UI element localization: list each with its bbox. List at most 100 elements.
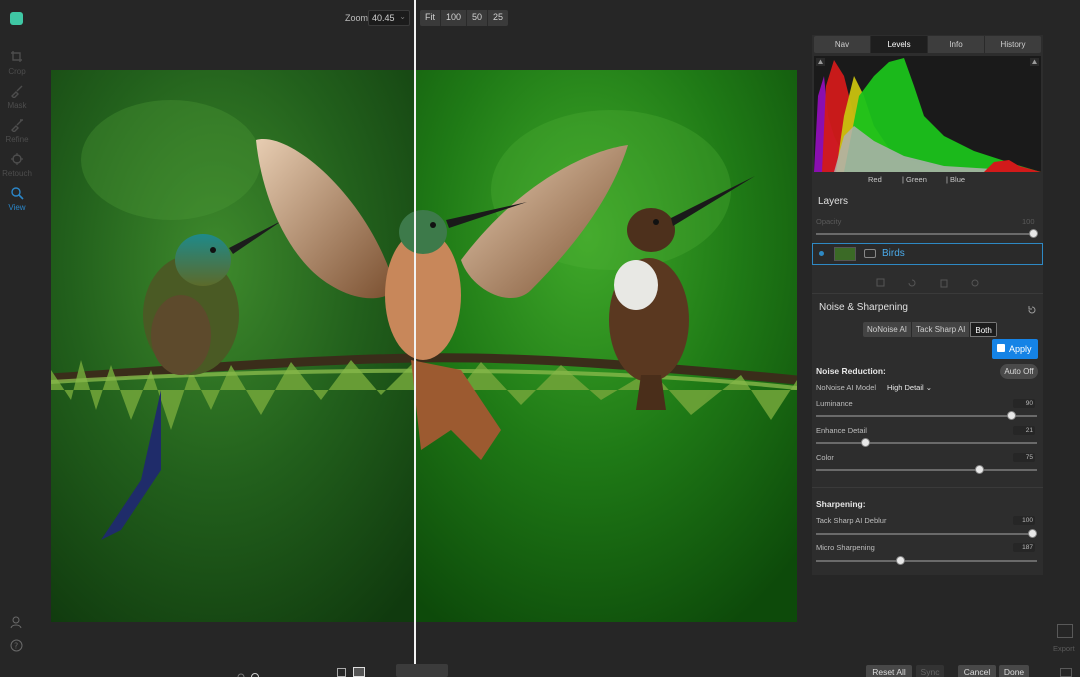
opacity-value: 100: [1022, 217, 1035, 226]
enhance-detail-label: Enhance Detail: [816, 426, 867, 435]
model-label: NoNoise AI Model: [816, 383, 877, 392]
retouch-icon: [0, 152, 34, 168]
layer-name[interactable]: Birds: [882, 248, 905, 259]
mask-tool[interactable]: Mask: [0, 84, 34, 110]
model-select[interactable]: High Detail ⌄: [887, 383, 932, 392]
layer-thumbnail: [834, 247, 856, 261]
color-label: Color: [816, 453, 834, 462]
mode-nonoise-button[interactable]: NoNoise AI: [863, 322, 913, 337]
apply-button[interactable]: Apply: [992, 339, 1038, 359]
deblur-value[interactable]: 100: [1013, 516, 1035, 525]
deblur-slider-track[interactable]: [816, 533, 1037, 535]
enhance-detail-slider-track[interactable]: [816, 442, 1037, 444]
mask-tool-label: Mask: [7, 101, 27, 110]
color-slider-knob[interactable]: [975, 465, 984, 474]
zoom-50-button[interactable]: 50: [467, 10, 489, 26]
panel-divider: [812, 293, 1043, 294]
auto-off-button[interactable]: Auto Off: [1000, 364, 1038, 379]
luminance-value[interactable]: 90: [1013, 399, 1035, 408]
micro-sharpening-slider-knob[interactable]: [896, 556, 905, 565]
luminance-slider-knob[interactable]: [1007, 411, 1016, 420]
panel-divider: [812, 487, 1043, 488]
panel-tabs: Nav Levels Info History: [814, 36, 1041, 53]
crop-tool-label: Crop: [8, 67, 26, 76]
svg-text:?: ?: [14, 642, 18, 651]
zoom-presets: Fit 100 50 25: [420, 10, 509, 26]
zoom-fit-button[interactable]: Fit: [420, 10, 441, 26]
layer-visibility-icon[interactable]: [819, 251, 824, 256]
crop-tool[interactable]: Crop: [0, 50, 34, 76]
photo-canvas[interactable]: [51, 70, 797, 622]
chevron-down-icon: ⌄: [399, 12, 406, 21]
reset-icon[interactable]: [1027, 302, 1037, 320]
opacity-label: Opacity: [816, 217, 842, 226]
tab-nav[interactable]: Nav: [814, 36, 871, 53]
refine-tool[interactable]: Refine: [0, 118, 34, 144]
enhance-detail-slider-knob[interactable]: [861, 438, 870, 447]
zoom-100-button[interactable]: 100: [441, 10, 468, 26]
model-value: High Detail: [887, 383, 924, 392]
sync-button[interactable]: Sync: [916, 665, 944, 677]
unlock-icon: [997, 344, 1005, 352]
opacity-slider-track[interactable]: [816, 233, 1032, 235]
panel-toggle-icon[interactable]: [1060, 668, 1072, 677]
refine-tool-label: Refine: [5, 135, 29, 144]
delete-layer-icon[interactable]: [939, 275, 949, 293]
zoom-value: 40.45: [372, 13, 395, 23]
mask-brush-icon: [0, 84, 34, 100]
zoom-input[interactable]: 40.45 ⌄: [368, 10, 410, 26]
histogram-label-green: | Green: [902, 175, 927, 184]
view-tool[interactable]: View: [0, 186, 34, 212]
micro-sharpening-slider-track[interactable]: [816, 560, 1037, 562]
retouch-tool-label: Retouch: [2, 169, 32, 178]
tab-history[interactable]: History: [985, 36, 1041, 53]
split-view-icon[interactable]: [353, 667, 365, 677]
histogram-label-red: Red: [868, 175, 882, 184]
micro-sharpening-label: Micro Sharpening: [816, 543, 875, 552]
single-view-icon[interactable]: [337, 668, 346, 677]
done-button[interactable]: Done: [999, 665, 1029, 677]
tab-levels[interactable]: Levels: [871, 36, 928, 53]
deblur-label: Tack Sharp AI Deblur: [816, 516, 887, 525]
view-mode-toggle[interactable]: [396, 664, 448, 677]
view-tool-label: View: [8, 203, 26, 212]
apply-label: Apply: [1009, 344, 1032, 354]
layer-mask-icon[interactable]: [864, 249, 876, 258]
duplicate-layer-icon[interactable]: [876, 275, 886, 293]
reset-all-button[interactable]: Reset All: [866, 665, 912, 677]
left-toolbar: Crop Mask Refine Retouch View ?: [0, 0, 34, 677]
luminance-label: Luminance: [816, 399, 853, 408]
color-value[interactable]: 75: [1013, 453, 1035, 462]
tab-info[interactable]: Info: [928, 36, 985, 53]
before-after-divider[interactable]: [414, 0, 416, 677]
export-label[interactable]: Export: [1053, 644, 1075, 653]
sharpening-heading: Sharpening:: [816, 499, 866, 509]
enhance-detail-value[interactable]: 21: [1013, 426, 1035, 435]
reset-layer-icon[interactable]: [907, 275, 917, 293]
zoom-25-button[interactable]: 25: [488, 10, 508, 26]
noise-sharpening-title: Noise & Sharpening: [819, 302, 908, 313]
help-icon[interactable]: ?: [10, 639, 23, 657]
histogram-label-blue: | Blue: [946, 175, 966, 184]
cancel-button[interactable]: Cancel: [958, 665, 996, 677]
refine-brush-icon: [0, 118, 34, 134]
histogram: [814, 56, 1041, 172]
luminance-slider-track[interactable]: [816, 415, 1037, 417]
chevron-down-icon: ⌄: [925, 383, 933, 392]
layers-title: Layers: [818, 196, 849, 207]
color-slider-track[interactable]: [816, 469, 1037, 471]
retouch-tool[interactable]: Retouch: [0, 152, 34, 178]
deblur-slider-knob[interactable]: [1028, 529, 1037, 538]
mode-tacksharp-button[interactable]: Tack Sharp AI: [912, 322, 971, 337]
zoom-out-icon[interactable]: [237, 668, 245, 677]
zoom-in-icon[interactable]: [250, 668, 260, 677]
export-icon[interactable]: [1057, 624, 1073, 638]
micro-sharpening-value[interactable]: 187: [1013, 543, 1035, 552]
crop-icon: [0, 50, 34, 66]
mode-both-button[interactable]: Both: [970, 322, 997, 337]
noise-reduction-heading: Noise Reduction:: [816, 366, 886, 376]
layer-settings-icon[interactable]: [970, 275, 980, 293]
view-pan-icon: [0, 186, 34, 202]
opacity-slider-knob[interactable]: [1029, 229, 1038, 238]
user-icon[interactable]: [10, 616, 23, 634]
